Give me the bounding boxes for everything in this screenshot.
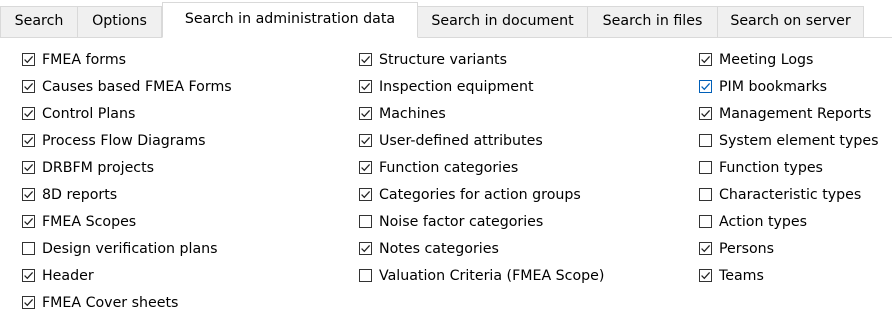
checkmark-icon [701,271,711,280]
tab-options[interactable]: Options [78,6,162,37]
checkbox-label: Action types [719,214,808,230]
checkbox-label: Valuation Criteria (FMEA Scope) [379,268,605,284]
checkmark-icon [24,55,34,64]
checkbox-label: DRBFM projects [42,160,155,176]
checkmark-icon [361,244,371,253]
checkmark-icon [24,136,34,145]
checkbox-unchecked[interactable] [699,161,712,174]
checkbox-checked[interactable] [22,296,35,309]
tab-search-in-document[interactable]: Search in document [418,6,588,37]
checkmark-icon [24,298,34,307]
checkbox-label: Noise factor categories [379,214,544,230]
checkbox-checked[interactable] [22,188,35,201]
checkbox-label: Function categories [379,160,519,176]
checkmark-icon [24,163,34,172]
checkmark-icon [361,190,371,199]
checkbox-label: Control Plans [42,106,136,122]
checkbox-checked[interactable] [359,53,372,66]
checkbox-checked[interactable] [359,107,372,120]
checkbox-label: Teams [719,268,764,284]
checkbox-label: Characteristic types [719,187,862,203]
tab-search-on-server[interactable]: Search on server [718,6,864,37]
tab-bar-divider [0,37,892,38]
checkbox-label: Persons [719,241,775,257]
checkmark-icon [701,55,711,64]
checkbox-label: PIM bookmarks [719,79,828,95]
checkbox-unchecked[interactable] [359,269,372,282]
checkbox-label: Categories for action groups [379,187,581,203]
tab-search-in-files[interactable]: Search in files [588,6,718,37]
checkmark-icon [701,82,711,91]
tab-bar: Search Options Search in administration … [0,0,892,40]
checkmark-icon [24,190,34,199]
checkbox-checked[interactable] [359,242,372,255]
checkmark-icon [361,136,371,145]
checkmark-icon [361,82,371,91]
checkbox-label: FMEA Scopes [42,214,137,230]
checkbox-checked[interactable] [699,242,712,255]
checkbox-checked[interactable] [22,53,35,66]
checkbox-label: Machines [379,106,446,122]
checkbox-checked[interactable] [699,107,712,120]
checkbox-label: Inspection equipment [379,79,534,95]
checkbox-checked[interactable] [359,188,372,201]
checkbox-checked[interactable] [699,80,712,93]
tab-search[interactable]: Search [0,6,78,37]
checkmark-icon [361,55,371,64]
checkbox-unchecked[interactable] [699,134,712,147]
checkbox-label: Management Reports [719,106,872,122]
checkbox-label: Meeting Logs [719,52,814,68]
checkbox-checked[interactable] [22,107,35,120]
checkbox-checked[interactable] [22,215,35,228]
checkbox-label: FMEA forms [42,52,127,68]
checkbox-checked[interactable] [359,161,372,174]
checkbox-label: Header [42,268,94,284]
checkbox-checked[interactable] [22,134,35,147]
checkbox-label: System element types [719,133,879,149]
checkbox-label: FMEA Cover sheets [42,295,179,311]
checkmark-icon [361,109,371,118]
checkbox-checked[interactable] [22,161,35,174]
checkmark-icon [361,163,371,172]
checkbox-checked[interactable] [359,80,372,93]
checkbox-label: Design verification plans [42,241,218,257]
checkmark-icon [24,217,34,226]
checkmark-icon [24,82,34,91]
checkbox-unchecked[interactable] [359,215,372,228]
checkmark-icon [701,109,711,118]
checkbox-label: User-defined attributes [379,133,543,149]
checkmark-icon [24,109,34,118]
checkmark-icon [701,244,711,253]
checkbox-checked[interactable] [22,80,35,93]
checkbox-checked[interactable] [699,269,712,282]
checkbox-label: Function types [719,160,823,176]
checkbox-label: 8D reports [42,187,118,203]
checkbox-label: Structure variants [379,52,508,68]
checkbox-checked[interactable] [699,53,712,66]
checkmark-icon [24,271,34,280]
tab-search-in-administration-data[interactable]: Search in administration data [162,2,418,38]
checkbox-checked[interactable] [22,269,35,282]
checkbox-label: Notes categories [379,241,499,257]
checkbox-label: Causes based FMEA Forms [42,79,232,95]
checkbox-unchecked[interactable] [22,242,35,255]
checkbox-unchecked[interactable] [699,215,712,228]
checkbox-label: Process Flow Diagrams [42,133,206,149]
checkbox-checked[interactable] [359,134,372,147]
checkbox-unchecked[interactable] [699,188,712,201]
